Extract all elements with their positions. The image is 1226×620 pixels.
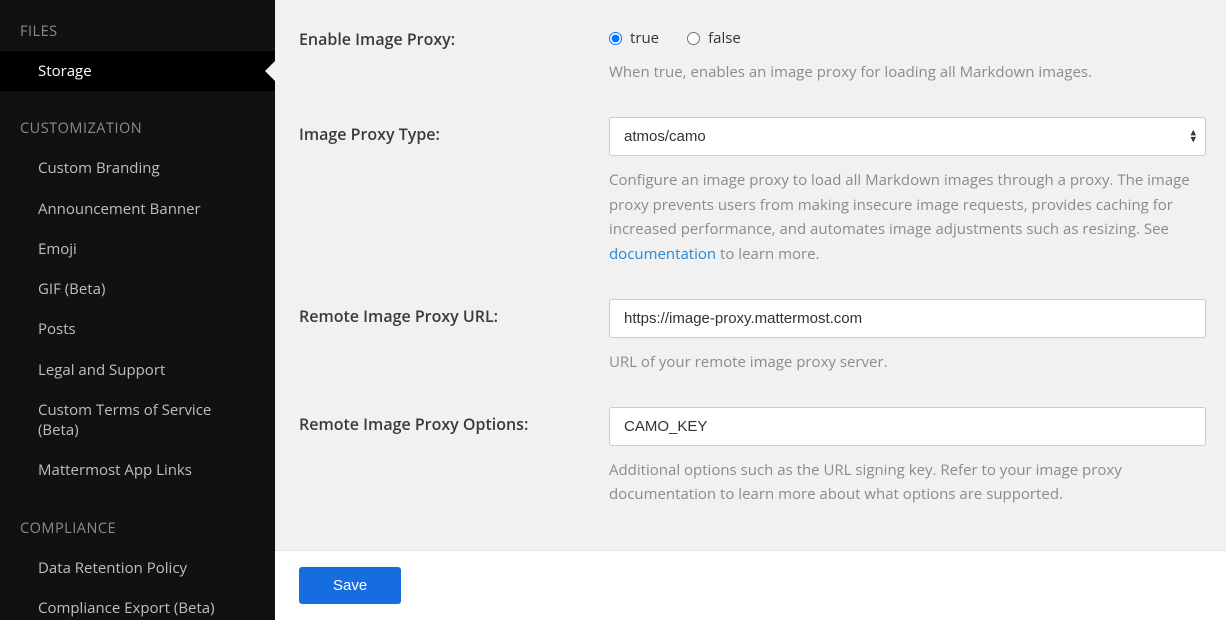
label-remote-image-proxy-url: Remote Image Proxy URL:: [299, 299, 609, 375]
link-documentation[interactable]: documentation: [609, 244, 716, 264]
sidebar-item-label: Custom Branding: [38, 158, 160, 178]
save-button[interactable]: Save: [299, 567, 401, 604]
radio-option-false[interactable]: false: [687, 28, 741, 48]
radio-true[interactable]: [609, 32, 622, 45]
footer: Save: [275, 550, 1226, 620]
sidebar-section-header: CUSTOMIZATION: [0, 115, 275, 148]
control-remote-image-proxy-options: Additional options such as the URL signi…: [609, 407, 1206, 508]
help-remote-image-proxy-options: Additional options such as the URL signi…: [609, 458, 1206, 508]
radio-option-true[interactable]: true: [609, 28, 659, 48]
sidebar-item-custom-branding[interactable]: Custom Branding: [0, 148, 275, 188]
sidebar-item-label: Storage: [38, 61, 92, 81]
radio-true-label: true: [630, 28, 659, 48]
input-remote-image-proxy-url[interactable]: [609, 299, 1206, 338]
row-image-proxy-type: Image Proxy Type: atmos/camo ▴▾ Configur…: [299, 117, 1206, 267]
sidebar-item-label: Compliance Export (Beta): [38, 598, 215, 618]
sidebar-item-custom-tos[interactable]: Custom Terms of Service (Beta): [0, 390, 275, 451]
sidebar-item-gif[interactable]: GIF (Beta): [0, 269, 275, 309]
radio-false[interactable]: [687, 32, 700, 45]
sidebar-section-files: FILES Storage: [0, 18, 275, 91]
row-remote-image-proxy-url: Remote Image Proxy URL: URL of your remo…: [299, 299, 1206, 375]
select-image-proxy-type[interactable]: atmos/camo: [609, 117, 1206, 156]
sidebar-item-label: Legal and Support: [38, 360, 165, 380]
row-remote-image-proxy-options: Remote Image Proxy Options: Additional o…: [299, 407, 1206, 508]
sidebar-section-header: COMPLIANCE: [0, 515, 275, 548]
label-remote-image-proxy-options: Remote Image Proxy Options:: [299, 407, 609, 508]
label-enable-image-proxy: Enable Image Proxy:: [299, 22, 609, 85]
sidebar-item-emoji[interactable]: Emoji: [0, 229, 275, 269]
control-remote-image-proxy-url: URL of your remote image proxy server.: [609, 299, 1206, 375]
sidebar-item-posts[interactable]: Posts: [0, 309, 275, 349]
help-proxy-type-text-2: to learn more.: [716, 244, 819, 264]
sidebar-item-mattermost-app-links[interactable]: Mattermost App Links: [0, 450, 275, 490]
row-enable-image-proxy: Enable Image Proxy: true false When true…: [299, 22, 1206, 85]
sidebar-item-storage[interactable]: Storage: [0, 51, 275, 91]
sidebar-section-customization: CUSTOMIZATION Custom Branding Announceme…: [0, 115, 275, 490]
sidebar-item-compliance-export[interactable]: Compliance Export (Beta): [0, 588, 275, 620]
sidebar-item-label: Posts: [38, 319, 76, 339]
sidebar-item-label: Custom Terms of Service (Beta): [38, 400, 211, 440]
radio-group-enable-proxy: true false: [609, 22, 1206, 48]
control-image-proxy-type: atmos/camo ▴▾ Configure an image proxy t…: [609, 117, 1206, 267]
help-proxy-type-text-1: Configure an image proxy to load all Mar…: [609, 170, 1190, 240]
radio-false-label: false: [708, 28, 741, 48]
sidebar-item-label: Mattermost App Links: [38, 460, 192, 480]
form-area: Enable Image Proxy: true false When true…: [275, 0, 1226, 550]
sidebar-section-compliance: COMPLIANCE Data Retention Policy Complia…: [0, 515, 275, 620]
help-image-proxy-type: Configure an image proxy to load all Mar…: [609, 168, 1206, 267]
input-remote-image-proxy-options[interactable]: [609, 407, 1206, 446]
sidebar-item-label: Emoji: [38, 239, 77, 259]
sidebar-section-header: FILES: [0, 18, 275, 51]
sidebar-item-announcement-banner[interactable]: Announcement Banner: [0, 189, 275, 229]
sidebar: FILES Storage CUSTOMIZATION Custom Brand…: [0, 0, 275, 620]
control-enable-image-proxy: true false When true, enables an image p…: [609, 22, 1206, 85]
sidebar-item-label: Announcement Banner: [38, 199, 201, 219]
sidebar-item-data-retention[interactable]: Data Retention Policy: [0, 548, 275, 588]
sidebar-item-label: Data Retention Policy: [38, 558, 187, 578]
label-image-proxy-type: Image Proxy Type:: [299, 117, 609, 267]
help-remote-image-proxy-url: URL of your remote image proxy server.: [609, 350, 1206, 375]
help-enable-proxy: When true, enables an image proxy for lo…: [609, 60, 1206, 85]
sidebar-item-legal-support[interactable]: Legal and Support: [0, 350, 275, 390]
sidebar-item-label: GIF (Beta): [38, 279, 105, 299]
main-content: Enable Image Proxy: true false When true…: [275, 0, 1226, 620]
select-wrap-proxy-type: atmos/camo ▴▾: [609, 117, 1206, 156]
